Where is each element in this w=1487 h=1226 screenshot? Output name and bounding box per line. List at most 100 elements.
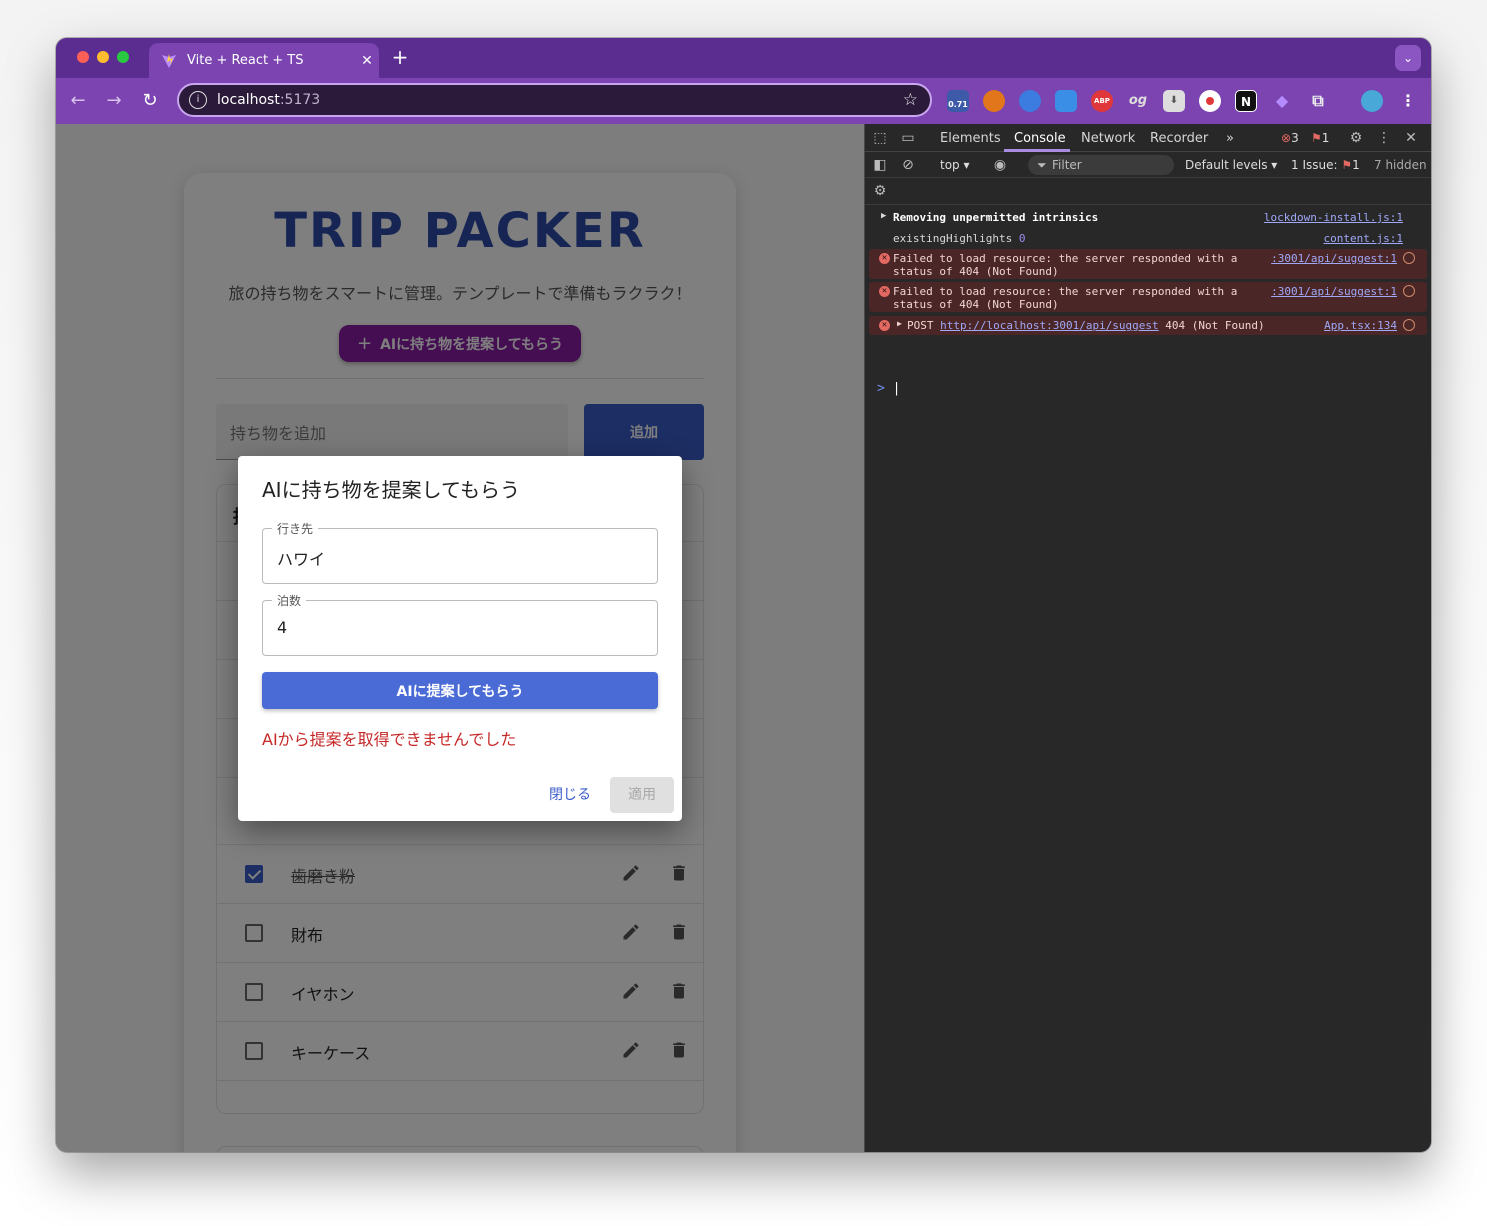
log-url-link[interactable]: http://localhost:3001/api/suggest: [940, 319, 1159, 332]
tab-network[interactable]: Network: [1081, 131, 1135, 146]
console-prompt[interactable]: > |: [877, 381, 900, 396]
filter-funnel-icon: ⏷: [1037, 158, 1047, 172]
browser-tab-active[interactable]: Vite + React + TS ✕: [149, 43, 379, 78]
error-count: 3: [1291, 131, 1299, 145]
extension-badge-label: 0.71: [948, 100, 968, 109]
log-levels-dropdown[interactable]: Default levels ▾: [1185, 158, 1277, 172]
adblock-plus-icon[interactable]: ABP: [1091, 90, 1113, 112]
log-source-link[interactable]: lockdown-install.js:1: [1264, 211, 1403, 224]
console-log-error: ✕ Failed to load resource: the server re…: [869, 249, 1427, 279]
issues-summary[interactable]: 1 Issue: ⚑1: [1291, 158, 1360, 172]
error-x-icon: ✕: [879, 320, 890, 331]
og-extension-icon[interactable]: og: [1127, 90, 1149, 112]
log-source-link[interactable]: :3001/api/suggest:1: [1271, 285, 1397, 298]
context-value: top: [940, 158, 960, 172]
console-log-error: ✕ Failed to load resource: the server re…: [869, 282, 1427, 312]
inspect-element-icon[interactable]: ⬚: [871, 129, 889, 147]
profile-avatar[interactable]: [1361, 90, 1383, 112]
tab-recorder[interactable]: Recorder: [1150, 131, 1208, 146]
prompt-symbol: >: [877, 381, 885, 396]
log-message: Failed to load resource: the server resp…: [893, 285, 1237, 311]
log-source-link[interactable]: App.tsx:134: [1324, 319, 1397, 332]
close-window-button[interactable]: [77, 51, 89, 63]
log-source-link[interactable]: content.js:1: [1324, 232, 1403, 245]
console-log-error: ✕ ▶ POST http://localhost:3001/api/sugge…: [869, 316, 1427, 335]
log-message-text: existingHighlights: [893, 232, 1013, 245]
log-status: 404 (Not Found): [1165, 319, 1265, 332]
ethereum-icon[interactable]: ◆: [1271, 90, 1293, 112]
extension-badge-icon[interactable]: 0.71: [947, 90, 969, 112]
error-x-icon: ✕: [879, 286, 890, 297]
devtools-menu-icon[interactable]: ⋮: [1375, 129, 1393, 147]
clear-console-icon[interactable]: ⊘: [899, 156, 917, 174]
network-request-icon[interactable]: [1403, 252, 1415, 264]
log-levels-value: Default levels: [1185, 158, 1268, 172]
console-settings-row: ⚙: [865, 178, 1431, 205]
network-request-icon[interactable]: [1403, 319, 1415, 331]
site-info-icon[interactable]: i: [189, 91, 207, 109]
expand-triangle-icon[interactable]: ▶: [897, 319, 902, 328]
download-extension-icon[interactable]: ⬇: [1163, 90, 1185, 112]
devtools-panel: ⬚ ▭ Elements Console Network Recorder » …: [864, 124, 1431, 1152]
log-message-line: status of 404 (Not Found): [893, 298, 1059, 311]
bookmark-star-icon[interactable]: ☆: [903, 90, 918, 110]
extension-drop-icon[interactable]: [1055, 90, 1077, 112]
log-message: existingHighlights 0: [893, 232, 1025, 245]
maximize-window-button[interactable]: [117, 51, 129, 63]
tab-elements[interactable]: Elements: [940, 131, 1001, 146]
new-tab-button[interactable]: +: [389, 47, 411, 69]
issue-flag-icon: ⚑: [1311, 131, 1322, 145]
issue-count-badge[interactable]: ⚑1: [1311, 131, 1329, 145]
log-message: Failed to load resource: the server resp…: [893, 252, 1237, 278]
destination-field[interactable]: 行き先 ハワイ: [262, 520, 658, 584]
dialog-apply-button[interactable]: 適用: [610, 777, 674, 813]
error-message: AIから提案を取得できませんでした: [262, 730, 517, 749]
tab-console[interactable]: Console: [1014, 131, 1066, 146]
error-count-badge[interactable]: ⊗3: [1281, 131, 1299, 145]
sidebar-toggle-icon[interactable]: ◧: [871, 156, 889, 174]
tab-close-icon[interactable]: ✕: [355, 53, 379, 69]
context-selector[interactable]: top ▾: [940, 158, 970, 172]
metamask-fox-icon[interactable]: [983, 90, 1005, 112]
log-value: 0: [1018, 232, 1026, 245]
forward-arrow-icon[interactable]: →: [102, 89, 126, 113]
text-cursor: |: [892, 381, 901, 396]
page-viewport: TRIP PACKER 旅の持ち物をスマートに管理。テンプレートで準備もラクラク…: [56, 124, 864, 1152]
extensions-puzzle-icon[interactable]: ⧉: [1307, 90, 1329, 112]
devtools-close-icon[interactable]: ✕: [1402, 129, 1420, 147]
browser-toolbar: ← → ↻ i localhost:5173 ☆ 0.71 ABP og ⬇ N…: [56, 78, 1431, 124]
og-label: og: [1128, 93, 1148, 108]
browser-menu-icon[interactable]: ⋮: [1397, 90, 1419, 112]
expand-triangle-icon[interactable]: ▶: [881, 211, 886, 221]
log-message-line: Failed to load resource: the server resp…: [893, 285, 1238, 298]
settings-gear-icon[interactable]: ⚙: [1347, 129, 1365, 147]
nights-label: 泊数: [272, 592, 307, 609]
ai-suggest-submit-button[interactable]: AIに提案してもらう: [262, 672, 658, 709]
console-settings-gear-icon[interactable]: ⚙: [871, 182, 889, 200]
log-method: POST: [907, 319, 934, 332]
device-toolbar-icon[interactable]: ▭: [899, 129, 917, 147]
issue-flag-icon: ⚑: [1341, 158, 1353, 172]
tab-search-chevron-icon[interactable]: ⌄: [1395, 45, 1421, 71]
issues-label: 1 Issue:: [1291, 158, 1338, 172]
record-extension-icon[interactable]: [1199, 90, 1221, 112]
live-expression-eye-icon[interactable]: ◉: [991, 156, 1009, 174]
dialog-close-button[interactable]: 閉じる: [538, 777, 602, 813]
desktop-background: Vite + React + TS ✕ + ⌄ ← → ↻ i localhos…: [0, 0, 1487, 1226]
extension-globe-icon[interactable]: [1019, 90, 1041, 112]
hidden-count: 7 hidden: [1374, 158, 1427, 172]
minimize-window-button[interactable]: [97, 51, 109, 63]
adblock-label: ABP: [1094, 97, 1110, 105]
filter-placeholder: Filter: [1052, 158, 1082, 172]
more-tabs-icon[interactable]: »: [1226, 131, 1234, 146]
nights-field[interactable]: 泊数 4: [262, 592, 658, 656]
error-icon: ⊗: [1281, 131, 1292, 145]
address-bar[interactable]: i localhost:5173 ☆: [177, 83, 932, 117]
console-filter-input[interactable]: ⏷ Filter: [1028, 155, 1174, 175]
network-request-icon[interactable]: [1403, 285, 1415, 297]
reload-icon[interactable]: ↻: [138, 89, 162, 113]
log-source-link[interactable]: :3001/api/suggest:1: [1271, 252, 1397, 265]
ai-suggest-dialog: AIに持ち物を提案してもらう 行き先 ハワイ 泊数 4 AIに提案してもらう A…: [238, 456, 682, 821]
notion-icon[interactable]: N: [1235, 90, 1257, 112]
back-arrow-icon[interactable]: ←: [66, 89, 90, 113]
